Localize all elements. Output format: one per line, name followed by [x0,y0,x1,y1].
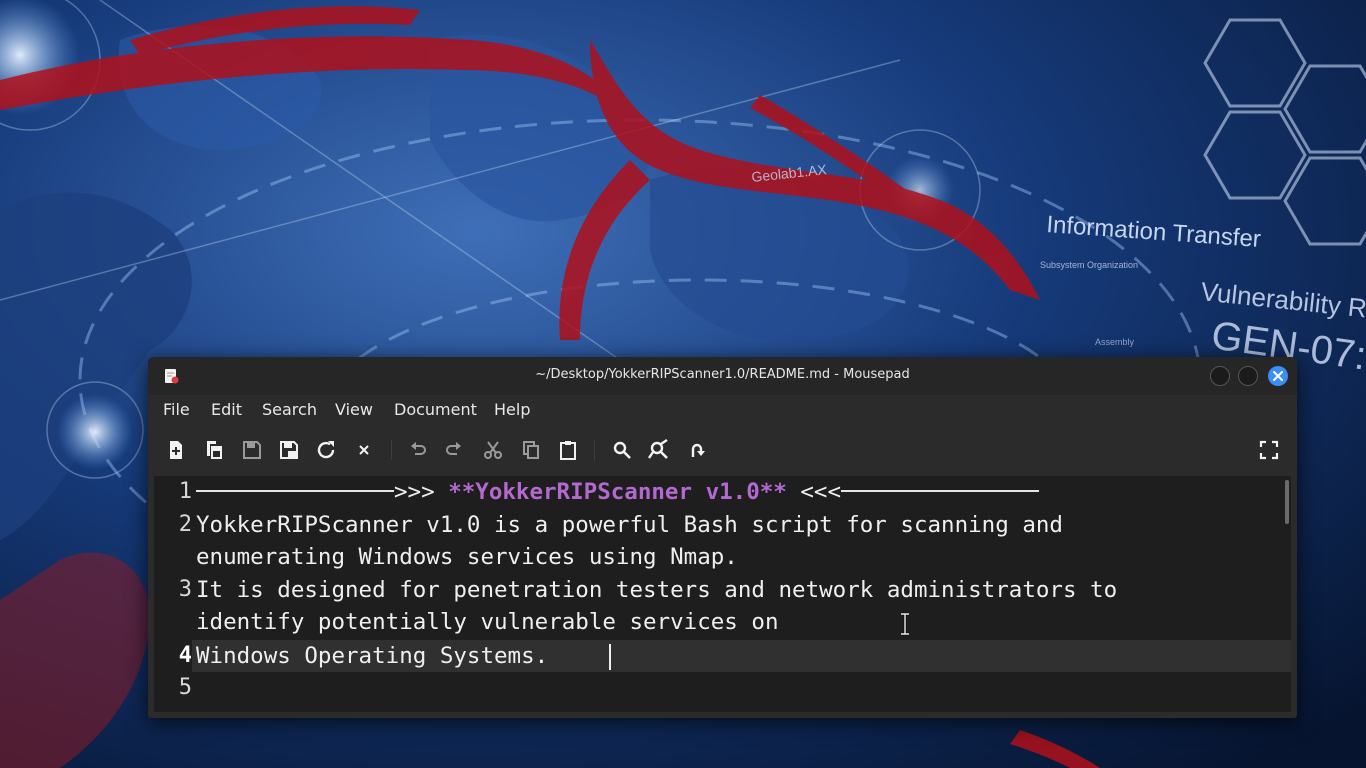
text-editor[interactable]: 1 2 3 4 5 >>> **YokkerRIPScanner v1.0** … [154,476,1291,712]
find-icon[interactable] [610,438,634,462]
fullscreen-icon[interactable] [1257,438,1281,462]
close-icon [1273,371,1283,381]
save-as-icon[interactable] [277,438,301,462]
close-button[interactable] [1268,366,1288,386]
go-to-line-icon[interactable] [685,438,709,462]
minimize-button[interactable] [1210,366,1230,386]
rule-right [841,489,1040,492]
wallpaper-assembly: Assembly [1095,337,1135,347]
window-title: ~/Desktop/YokkerRIPScanner1.0/README.md … [535,367,910,382]
line-number: 2 [178,512,192,537]
line-number-gutter: 1 2 3 4 5 [154,476,192,712]
arrow-right: <<< [800,479,842,505]
ibeam-cursor-icon [901,612,909,636]
maximize-button[interactable] [1238,366,1258,386]
line-number: 1 [178,479,192,504]
arrow-left: >>> [394,479,435,505]
reload-icon[interactable] [314,438,338,462]
find-replace-icon[interactable] [647,438,671,462]
toolbar-separator [594,440,595,460]
wallpaper-subline: Subsystem Organization [1040,260,1138,270]
vertical-scrollbar[interactable] [1285,480,1289,524]
menu-search[interactable]: Search [262,400,317,419]
line-number: 5 [178,675,192,700]
toolbar [148,430,1297,470]
close-tab-icon[interactable] [352,438,376,462]
line-3a: It is designed for penetration testers a… [196,577,1118,603]
text-caret [609,644,611,670]
heading-text: **YokkerRIPScanner v1.0** [448,479,787,505]
cut-icon[interactable] [481,438,505,462]
paste-icon[interactable] [556,438,580,462]
menu-file[interactable]: File [163,400,190,419]
line-4: Windows Operating Systems. [196,643,549,669]
menu-bar: File Edit Search View Document Help [148,395,1297,425]
line-1: >>> **YokkerRIPScanner v1.0** <<< [196,476,1040,508]
line-number-current: 4 [178,643,192,668]
toolbar-separator [391,440,392,460]
rule-left [196,489,394,492]
redo-icon[interactable] [442,438,466,462]
mousepad-window: ~/Desktop/YokkerRIPScanner1.0/README.md … [148,357,1297,718]
undo-icon[interactable] [406,438,430,462]
menu-help[interactable]: Help [494,400,530,419]
new-window-icon[interactable] [202,438,226,462]
menu-view[interactable]: View [335,400,373,419]
save-icon[interactable] [240,438,264,462]
line-number: 3 [178,577,192,602]
menu-edit[interactable]: Edit [211,400,242,419]
menu-document[interactable]: Document [394,400,477,419]
title-bar[interactable]: ~/Desktop/YokkerRIPScanner1.0/README.md … [148,357,1297,395]
line-3b: identify potentially vulnerable services… [196,609,779,635]
line-2b: enumerating Windows services using Nmap. [196,544,738,570]
line-2a: YokkerRIPScanner v1.0 is a powerful Bash… [196,512,1063,538]
new-document-icon[interactable] [164,438,188,462]
copy-icon[interactable] [519,438,543,462]
